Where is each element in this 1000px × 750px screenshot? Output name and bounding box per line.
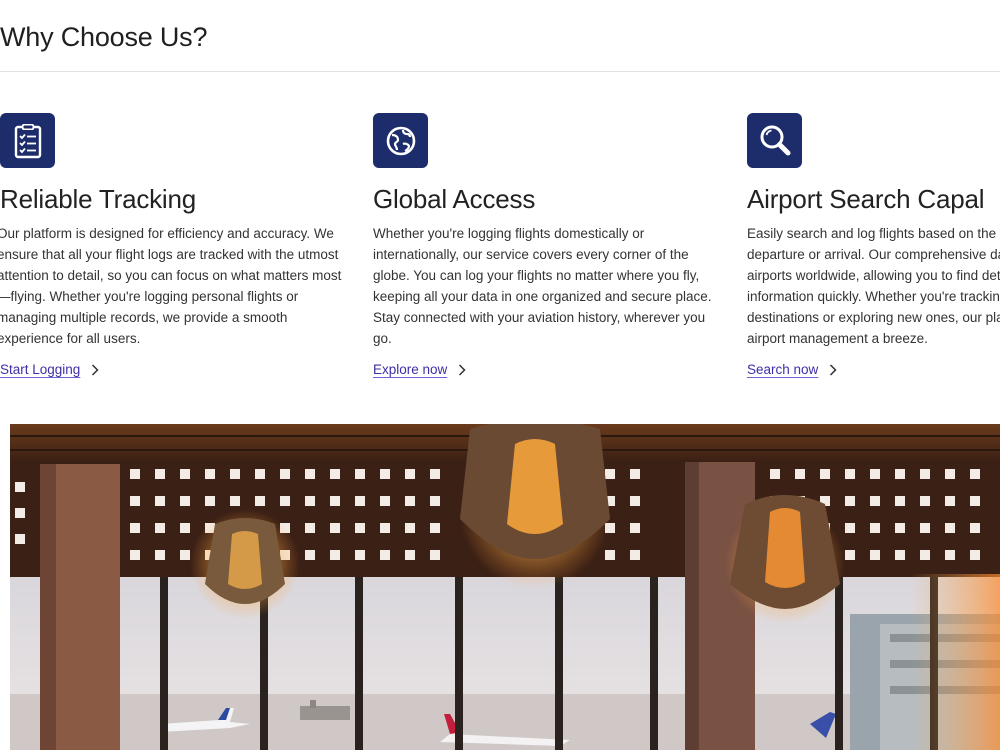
feature-description: Our platform is designed for efficiency … — [0, 226, 342, 346]
chevron-right-icon — [830, 363, 837, 376]
description-line: Easily search and log flights based on t… — [747, 226, 997, 241]
feature-reliable-tracking: Reliable Tracking Our platform is design… — [0, 113, 360, 377]
feature-global-access: Global Access Whether you're logging fli… — [373, 113, 733, 377]
description-line: airports worldwide, allowing you to find… — [747, 268, 1000, 283]
start-logging-link[interactable]: Start Logging — [0, 362, 360, 377]
section-divider — [0, 71, 1000, 72]
description-line: information quickly. Whether you're trac… — [747, 289, 1000, 304]
description-line: airport management a breeze. — [747, 331, 928, 346]
explore-now-link[interactable]: Explore now — [373, 362, 733, 377]
cta-label[interactable]: Explore now — [373, 362, 447, 377]
clipboard-checklist-icon — [0, 113, 55, 168]
description-line: departure or arrival. Our comprehensive … — [747, 247, 1000, 262]
chevron-right-icon — [459, 363, 466, 376]
globe-icon — [373, 113, 428, 168]
feature-description: Easily search and log flights based on t… — [747, 223, 1000, 349]
cta-label[interactable]: Start Logging — [0, 362, 80, 377]
feature-title: Airport Search Capal — [747, 184, 985, 214]
magnifier-icon — [747, 113, 802, 168]
feature-title: Reliable Tracking — [0, 184, 197, 214]
feature-description: Whether you're logging flights domestica… — [373, 226, 712, 346]
chevron-right-icon — [92, 363, 99, 376]
description-line: destinations or exploring new ones, our … — [747, 310, 1000, 325]
feature-airport-search: Airport Search Capal Easily search and l… — [747, 113, 1000, 377]
section-title: Why Choose Us? — [0, 22, 208, 52]
search-now-link[interactable]: Search now — [747, 362, 1000, 377]
airport-lounge-photo — [10, 424, 1000, 750]
feature-title: Global Access — [373, 184, 536, 214]
cta-label[interactable]: Search now — [747, 362, 818, 377]
